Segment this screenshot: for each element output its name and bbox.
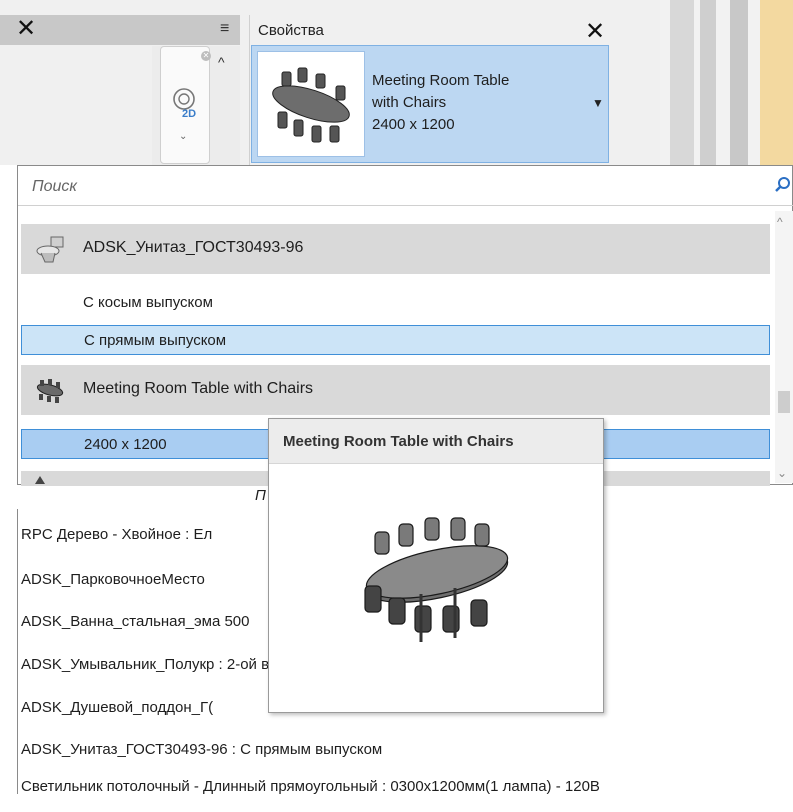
tooltip-title: Meeting Room Table with Chairs — [283, 433, 514, 450]
group-icon-partial — [35, 476, 45, 484]
search-icon[interactable] — [774, 176, 792, 194]
item-label: 2400 x 1200 — [84, 436, 167, 453]
search-input[interactable] — [30, 174, 754, 200]
list-row[interactable]: ADSK_Унитаз_ГОСТ30493-96 : С прямым выпу… — [21, 741, 781, 775]
item-label: С прямым выпуском — [84, 332, 227, 349]
ribbon-scroll-up-icon[interactable]: ^ — [218, 54, 225, 70]
background-strip — [760, 0, 793, 165]
dropdown-scrollbar[interactable]: ^ ⌄ — [775, 211, 793, 483]
properties-close-button[interactable]: ✕ — [585, 17, 605, 46]
meeting-table-preview-icon — [364, 517, 509, 642]
type-name-line: with Chairs — [372, 94, 447, 111]
family-preview-tooltip: Meeting Room Table with Chairs — [268, 418, 604, 713]
type-thumbnail — [257, 51, 365, 157]
list-item[interactable]: С косым выпуском — [21, 288, 770, 318]
dropdown-arrow-icon[interactable]: ▼ — [592, 96, 604, 110]
list-row[interactable]: RPC Дерево - Хвойное : Ел — [21, 526, 261, 560]
ribbon-panel: ✕ 2D ⌄ ^ — [152, 46, 240, 171]
list-row[interactable]: Светильник потолочный - Длинный прямоуго… — [21, 778, 793, 812]
scrollbar-thumb[interactable] — [778, 391, 790, 413]
type-selector[interactable]: Meeting Room Table with Chairs 2400 x 12… — [251, 45, 609, 163]
view-2d-icon[interactable]: 2D — [173, 87, 201, 123]
chevron-down-icon[interactable]: ⌄ — [179, 131, 187, 142]
background-strip — [700, 0, 716, 165]
group-label: ADSK_Унитаз_ГОСТ30493-96 — [83, 239, 304, 256]
right-background-panels — [660, 0, 793, 165]
svg-text:2D: 2D — [182, 108, 196, 120]
list-header-label: П — [255, 487, 266, 504]
left-panel-menu-icon[interactable]: ≡ — [220, 20, 229, 38]
list-row[interactable]: ADSK_ПарковочноеМесто — [21, 571, 271, 605]
tool-close-icon[interactable]: ✕ — [201, 51, 211, 61]
type-name: Meeting Room Table with Chairs 2400 x 12… — [372, 70, 552, 136]
search-bar — [18, 166, 793, 206]
toilet-icon — [36, 236, 64, 263]
background-strip — [730, 0, 748, 165]
group-header-toilet[interactable]: ADSK_Унитаз_ГОСТ30493-96 — [21, 224, 770, 274]
meeting-table-icon — [36, 379, 64, 403]
list-row[interactable]: ADSK_Душевой_поддон_Г( — [21, 699, 271, 733]
left-panel-close-button[interactable]: ✕ — [16, 17, 36, 41]
scroll-up-icon[interactable]: ^ — [777, 215, 783, 229]
properties-title: Свойства — [258, 22, 324, 39]
type-size-line: 2400 x 1200 — [372, 116, 455, 133]
tooltip-header: Meeting Room Table with Chairs — [269, 419, 603, 464]
meeting-table-icon — [272, 67, 350, 143]
group-label: Meeting Room Table with Chairs — [83, 380, 314, 397]
list-item-selected[interactable]: С прямым выпуском — [21, 325, 770, 355]
group-header-meeting-table[interactable]: Meeting Room Table with Chairs — [21, 365, 770, 415]
properties-panel: Свойства ✕ Meeting Room Table with Chair… — [249, 15, 620, 165]
tool-card: ✕ 2D ⌄ — [160, 46, 211, 171]
scroll-down-icon[interactable]: ⌄ — [777, 466, 787, 480]
item-label: С косым выпуском — [83, 294, 213, 311]
type-name-line: Meeting Room Table — [372, 72, 510, 89]
background-strip — [670, 0, 694, 165]
